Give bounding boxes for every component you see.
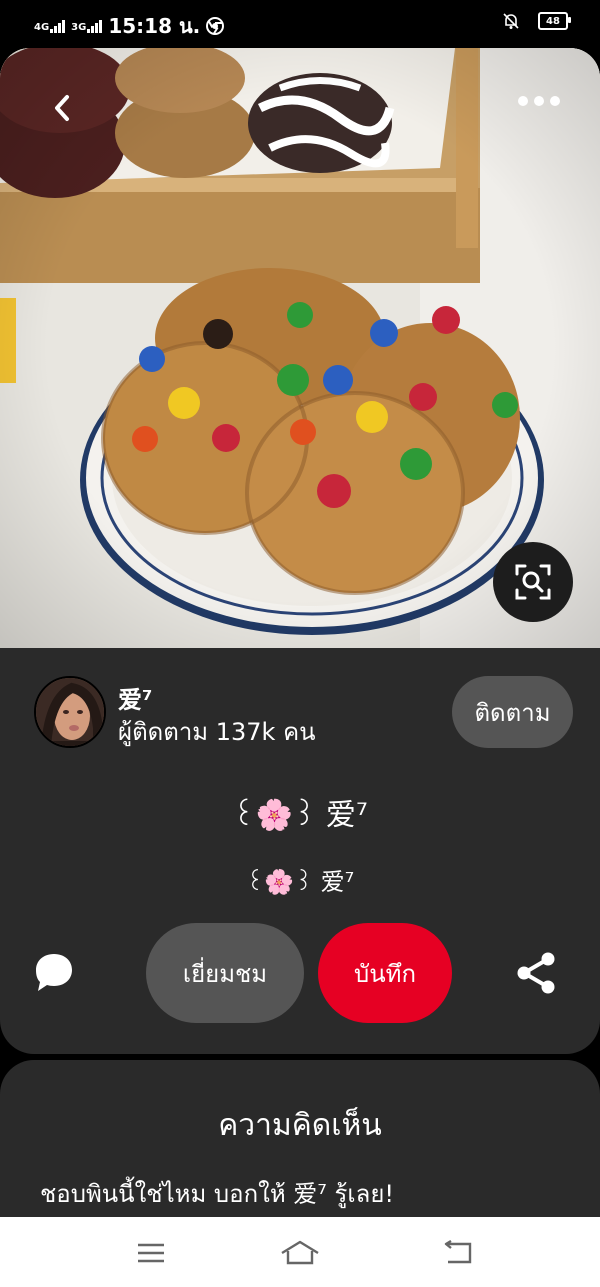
home-button[interactable] — [278, 1237, 322, 1269]
more-button[interactable] — [518, 96, 560, 106]
follow-button[interactable]: ติดตาม — [452, 676, 573, 748]
more-icon — [550, 96, 560, 106]
chat-bubble-icon — [36, 954, 72, 991]
more-icon — [534, 96, 544, 106]
visual-search-button[interactable] — [493, 542, 573, 622]
status-time: 15:18 น. — [108, 14, 201, 38]
pin-description: ꒰🌸꒱ 爱⁷ — [245, 868, 355, 896]
share-button[interactable] — [514, 950, 560, 996]
follower-count: ผู้ติดตาม 137k คน — [118, 718, 316, 746]
save-button[interactable]: บันทึก — [318, 923, 452, 1023]
avatar[interactable] — [34, 676, 106, 748]
menu-button[interactable] — [133, 1237, 169, 1269]
comments-title: ความคิดเห็น — [218, 1108, 382, 1143]
visual-search-icon — [515, 564, 551, 600]
home-icon — [281, 1240, 319, 1265]
visit-button[interactable]: เยี่ยมชม — [146, 923, 304, 1023]
pin-title: ꒰🌸꒱ 爱⁷ — [232, 798, 368, 833]
share-icon — [517, 952, 555, 994]
signal-icon: 3G — [71, 19, 103, 33]
status-bar: 4G 3G 15:18 น. 48 — [0, 0, 600, 48]
more-icon — [518, 96, 528, 106]
back-nav-icon — [444, 1240, 472, 1264]
back-nav-button[interactable] — [438, 1237, 476, 1269]
battery-icon: 48 — [538, 12, 571, 30]
back-icon — [55, 95, 69, 121]
creator-name[interactable]: 爱⁷ — [118, 680, 153, 715]
comment-button[interactable] — [32, 950, 76, 994]
notifications-off-icon — [503, 13, 519, 29]
status-right: 48 — [502, 12, 571, 30]
back-button[interactable] — [40, 86, 84, 130]
comments-prompt[interactable]: ชอบพินนี้ใช่ไหม บอกให้ 爱⁷ รู้เลย! — [40, 1174, 394, 1213]
chrome-icon — [206, 17, 225, 35]
menu-icon — [138, 1243, 164, 1263]
system-nav-bar — [0, 1217, 600, 1287]
signal-icon: 4G — [34, 19, 66, 33]
avatar-image — [36, 678, 104, 746]
status-left: 4G 3G 15:18 น. — [34, 10, 225, 42]
